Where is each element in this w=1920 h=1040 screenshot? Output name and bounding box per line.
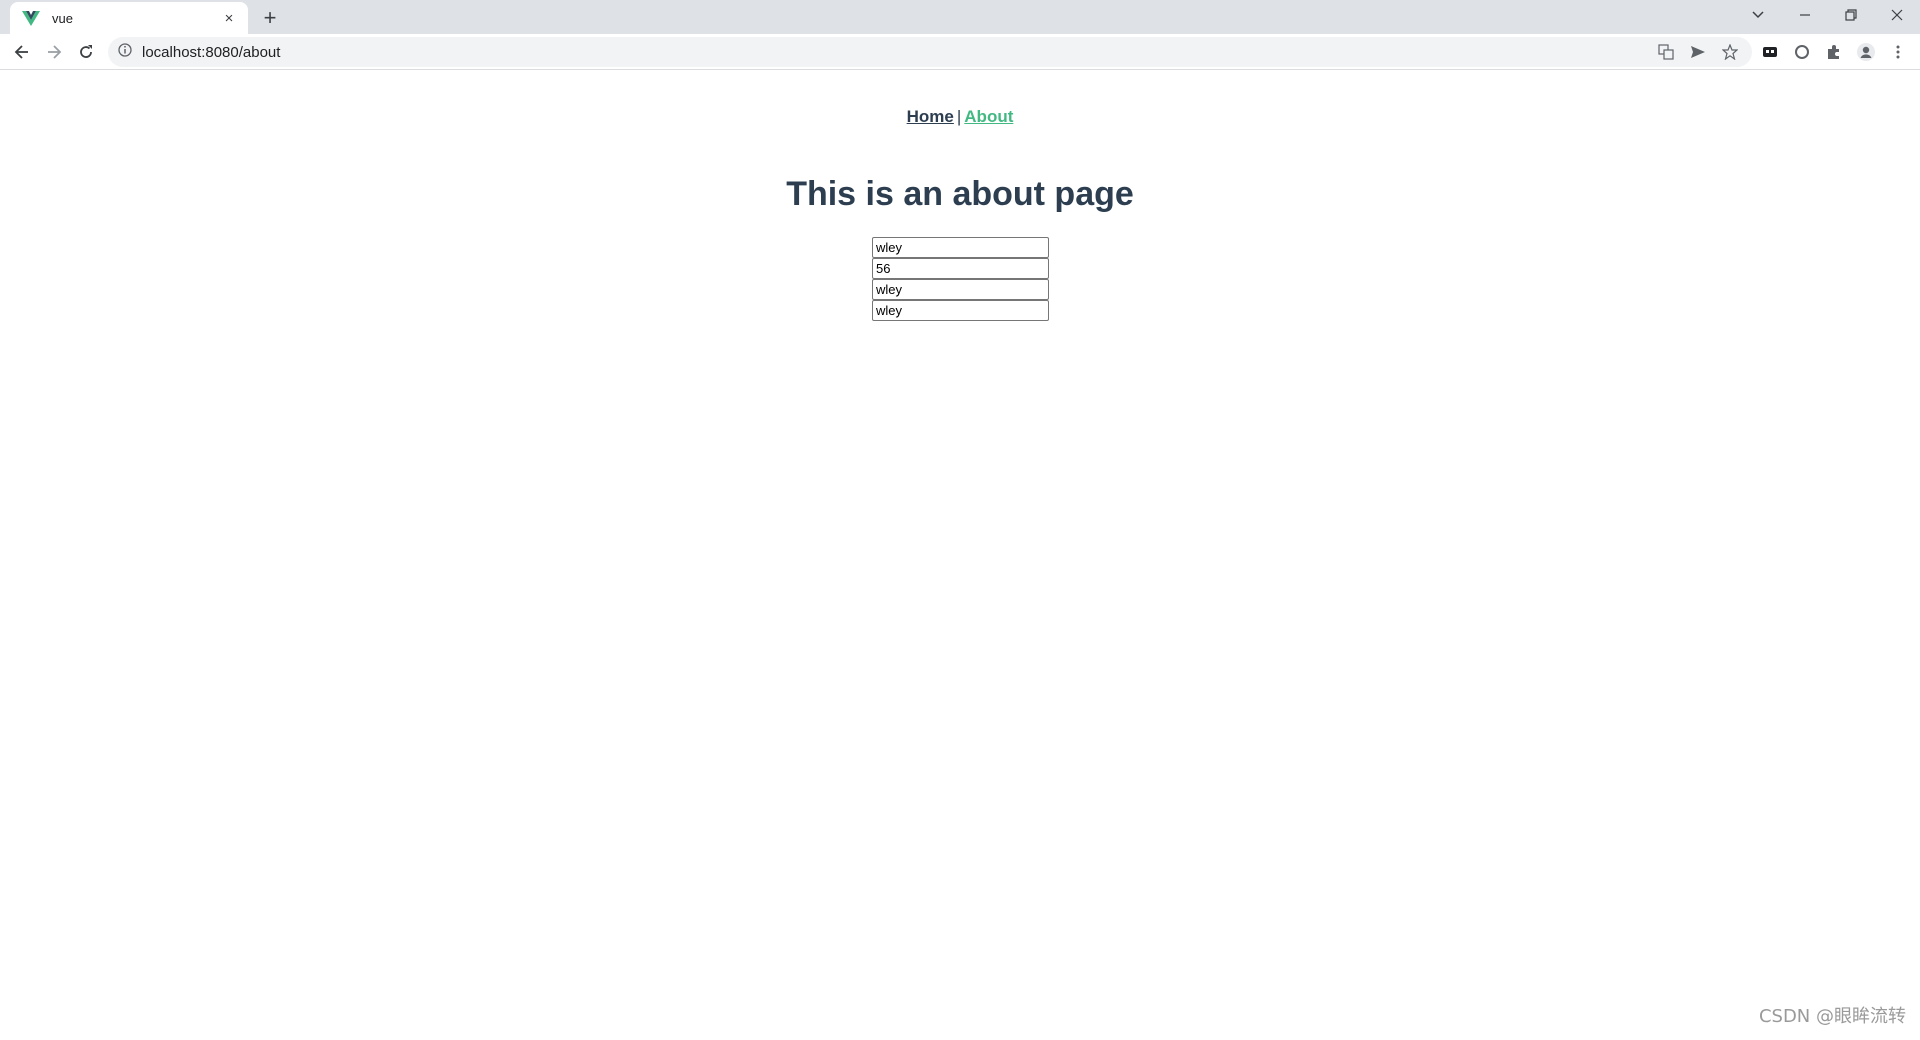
bookmark-star-icon[interactable] <box>1719 41 1741 63</box>
app-nav: Home | About <box>0 107 1920 127</box>
watermark: CSDN @眼眸流转 <box>1758 1006 1906 1027</box>
name-input-1[interactable] <box>872 237 1049 258</box>
record-extension-icon[interactable] <box>1790 40 1814 64</box>
name-input-3[interactable] <box>872 300 1049 321</box>
nav-link-home[interactable]: Home <box>907 107 954 126</box>
close-window-button[interactable] <box>1874 0 1920 30</box>
age-input[interactable] <box>872 258 1049 279</box>
profile-avatar-icon[interactable] <box>1854 40 1878 64</box>
puzzle-icon[interactable] <box>1822 40 1846 64</box>
tab-strip: vue × + <box>0 0 1920 34</box>
window-controls <box>1782 0 1920 30</box>
translate-icon[interactable] <box>1655 41 1677 63</box>
page-viewport: Home|About This is an about page CSDN @眼… <box>0 71 1920 1040</box>
restore-button[interactable] <box>1828 0 1874 30</box>
tab-close-icon[interactable]: × <box>220 9 238 27</box>
tab-search-icon[interactable] <box>1744 4 1772 26</box>
extension-icon[interactable] <box>1758 40 1782 64</box>
info-icon[interactable] <box>118 42 132 62</box>
minimize-button[interactable] <box>1782 0 1828 30</box>
back-button[interactable] <box>8 38 36 66</box>
browser-toolbar: localhost:8080/about <box>0 34 1920 70</box>
nav-link-about[interactable]: About <box>964 107 1013 126</box>
forward-button[interactable] <box>40 38 68 66</box>
input-fields <box>872 237 1049 321</box>
send-icon[interactable] <box>1687 41 1709 63</box>
address-bar[interactable]: localhost:8080/about <box>108 37 1752 67</box>
vue-logo-icon <box>22 9 40 27</box>
new-tab-button[interactable]: + <box>258 5 282 30</box>
menu-dots-icon[interactable] <box>1886 40 1910 64</box>
name-input-2[interactable] <box>872 279 1049 300</box>
tab-title: vue <box>52 10 73 26</box>
browser-tab[interactable]: vue × <box>10 2 248 34</box>
url-text: localhost:8080/about <box>142 43 281 61</box>
reload-button[interactable] <box>72 38 100 66</box>
nav-separator: | <box>956 107 962 126</box>
page-title: This is an about page <box>786 175 1134 213</box>
